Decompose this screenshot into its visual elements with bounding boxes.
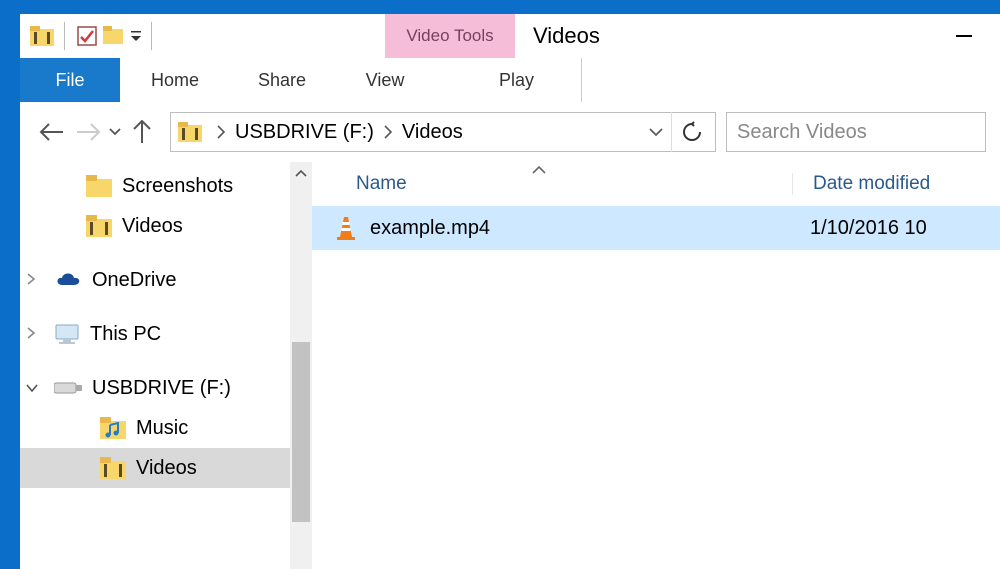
- nav-item-label: OneDrive: [92, 269, 176, 292]
- file-explorer-window: Video Tools Videos File Home Share View …: [20, 14, 1000, 569]
- qat-separator: [64, 22, 65, 50]
- desktop-background: Video Tools Videos File Home Share View …: [0, 0, 1000, 569]
- qat-customize-dropdown[interactable]: [129, 22, 143, 50]
- forward-button[interactable]: [70, 114, 106, 150]
- minimize-button[interactable]: [944, 14, 984, 58]
- new-folder-icon[interactable]: [101, 22, 129, 50]
- qat-separator-2: [151, 22, 152, 50]
- nav-item-label: This PC: [90, 323, 161, 346]
- chevron-down-icon[interactable]: [26, 380, 40, 396]
- refresh-button[interactable]: [671, 112, 711, 152]
- breadcrumb-folder[interactable]: Videos: [400, 113, 465, 151]
- nav-item-label: Videos: [136, 457, 197, 480]
- navigation-pane: Screenshots Videos OneDrive: [20, 162, 312, 569]
- vlc-cone-icon: [328, 215, 364, 241]
- address-bar[interactable]: USBDRIVE (F:) Videos: [170, 112, 716, 152]
- ribbon-tabs: File Home Share View Play: [20, 58, 1000, 102]
- nav-item-onedrive[interactable]: OneDrive: [20, 260, 312, 300]
- tab-home[interactable]: Home: [120, 58, 230, 102]
- address-bar-icon: [171, 122, 209, 142]
- search-input[interactable]: Search Videos: [726, 112, 986, 152]
- nav-item-videos[interactable]: Videos: [20, 206, 312, 246]
- nav-item-label: USBDRIVE (F:): [92, 377, 231, 400]
- back-button[interactable]: [34, 114, 70, 150]
- tab-share[interactable]: Share: [230, 58, 334, 102]
- contextual-tab-label: Video Tools: [385, 14, 515, 58]
- address-history-dropdown[interactable]: [641, 128, 671, 136]
- sort-ascending-icon: [532, 158, 546, 180]
- scroll-up-icon[interactable]: [290, 162, 312, 184]
- titlebar-center: Video Tools Videos: [160, 14, 1000, 58]
- nav-item-music[interactable]: Music: [20, 408, 312, 448]
- quick-access-toolbar: [20, 14, 160, 58]
- nav-item-label: Music: [136, 417, 188, 440]
- tab-view[interactable]: View: [334, 58, 436, 102]
- nav-tree: Screenshots Videos OneDrive: [20, 162, 312, 488]
- chevron-right-icon[interactable]: [26, 272, 40, 288]
- nav-item-label: Videos: [122, 215, 183, 238]
- main-area: Screenshots Videos OneDrive: [20, 162, 1000, 569]
- video-folder-icon[interactable]: [28, 22, 56, 50]
- search-placeholder: Search Videos: [737, 121, 867, 144]
- chevron-right-icon[interactable]: [26, 326, 40, 342]
- breadcrumb-root-caret[interactable]: [209, 125, 233, 139]
- nav-item-videos-drive[interactable]: Videos: [20, 448, 312, 488]
- history-dropdown[interactable]: [106, 128, 124, 136]
- nav-item-usbdrive[interactable]: USBDRIVE (F:): [20, 368, 312, 408]
- file-list-pane: Name Date modified example.mp4 1/10/2016…: [312, 162, 1000, 569]
- window-controls: [944, 14, 984, 58]
- file-name: example.mp4: [370, 217, 790, 240]
- column-headers: Name Date modified: [312, 162, 1000, 206]
- file-date: 1/10/2016 10: [790, 217, 927, 240]
- tab-file[interactable]: File: [20, 58, 120, 102]
- file-row[interactable]: example.mp4 1/10/2016 10: [312, 206, 1000, 250]
- column-header-date[interactable]: Date modified: [792, 173, 1000, 195]
- nav-item-screenshots[interactable]: Screenshots: [20, 166, 312, 206]
- navigation-toolbar: USBDRIVE (F:) Videos Search Videos: [20, 102, 1000, 162]
- window-title: Videos: [515, 14, 600, 58]
- title-bar: Video Tools Videos: [20, 14, 1000, 58]
- nav-item-thispc[interactable]: This PC: [20, 314, 312, 354]
- breadcrumb-drive[interactable]: USBDRIVE (F:): [233, 113, 376, 151]
- column-header-name[interactable]: Name: [312, 173, 792, 195]
- properties-icon[interactable]: [73, 22, 101, 50]
- breadcrumb-drive-caret[interactable]: [376, 125, 400, 139]
- navpane-scrollbar[interactable]: [290, 162, 312, 569]
- scroll-thumb[interactable]: [292, 342, 310, 522]
- nav-item-label: Screenshots: [122, 175, 233, 198]
- up-button[interactable]: [124, 114, 160, 150]
- tab-play[interactable]: Play: [452, 58, 582, 102]
